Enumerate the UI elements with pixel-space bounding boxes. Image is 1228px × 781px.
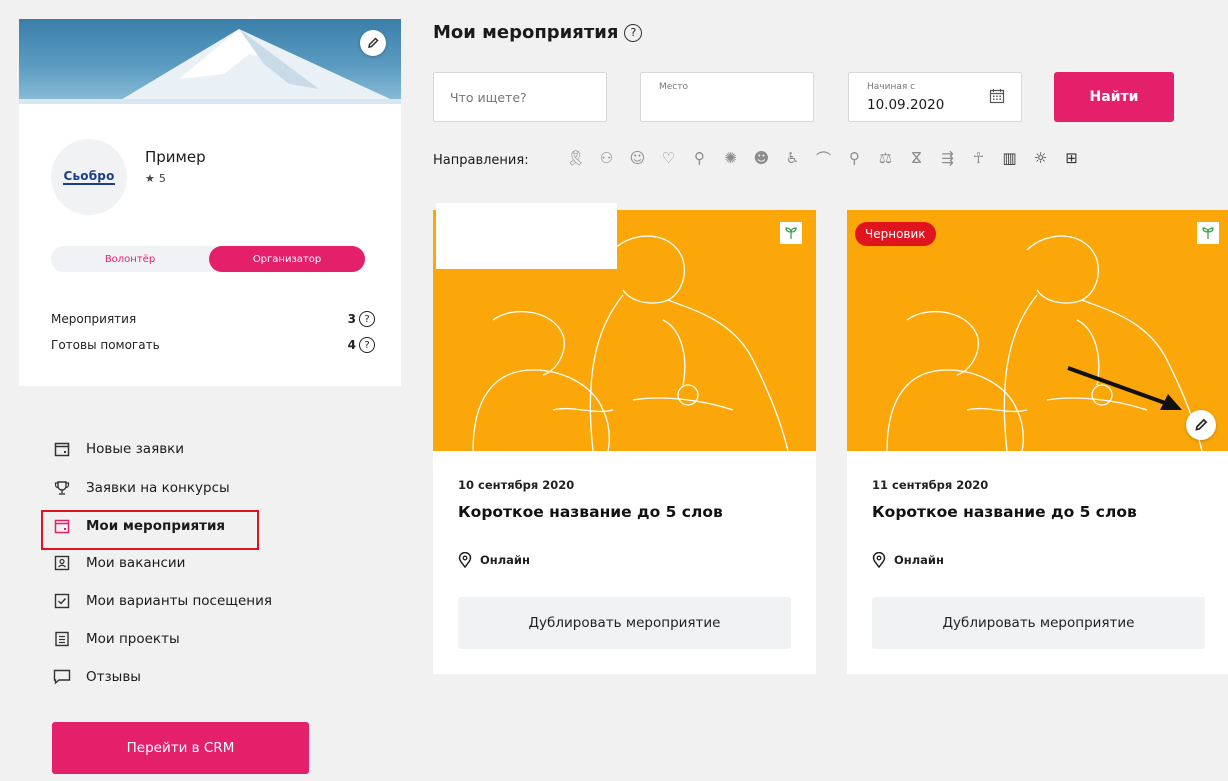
checkbox-icon [52, 591, 72, 611]
trophy-icon [52, 478, 72, 498]
calendar-icon [52, 439, 72, 459]
sprout-icon [1197, 222, 1219, 244]
heartbeat-icon[interactable]: ♡ [653, 146, 684, 170]
event-location: Онлайн [458, 552, 530, 568]
location-pin-icon [458, 552, 472, 568]
event-location-text: Онлайн [480, 553, 530, 567]
rating: ★ 5 [145, 172, 166, 185]
event-title[interactable]: Короткое название до 5 слов [458, 503, 723, 521]
sprout-icon[interactable]: ⴵ [901, 146, 932, 170]
menu-item-reviews[interactable]: Отзывы [52, 665, 141, 689]
sprout-icon [780, 222, 802, 244]
child-icon[interactable]: ☺ [622, 146, 653, 170]
stat-label: Мероприятия [51, 312, 137, 326]
wheelchair-icon[interactable]: ♿ [777, 146, 808, 170]
lightbulb-icon[interactable]: ⚲ [684, 146, 715, 170]
graduation-cap-icon[interactable]: ⌒ [808, 146, 839, 170]
edit-event-button[interactable] [1186, 410, 1216, 440]
directions-filter: 🎗 ⚇ ☺ ♡ ⚲ ✺ ☻ ♿ ⌒ ⚲ ⚖ ⴵ ⇶ ☥ ▥ ☼ ⊞ [560, 146, 1087, 170]
cover-image [19, 19, 401, 104]
pencil-icon [1195, 418, 1208, 431]
search-button[interactable]: Найти [1054, 72, 1174, 122]
draft-badge: Черновик [855, 222, 936, 246]
date-label: Начиная с [867, 82, 916, 92]
menu-item-new-requests[interactable]: Новые заявки [52, 437, 184, 461]
help-icon[interactable]: ? [359, 311, 375, 327]
menu-item-label: Мои проекты [86, 631, 180, 647]
date-value: 10.09.2020 [867, 97, 945, 113]
ribbon-icon[interactable]: 🎗 [560, 146, 591, 170]
organization-logo: Сьобро [63, 168, 115, 185]
avatar[interactable]: Сьобро [51, 139, 127, 215]
rating-value: 5 [158, 172, 166, 185]
place-field[interactable]: Место [640, 72, 814, 122]
calendar-icon[interactable] [989, 88, 1005, 108]
menu-item-label: Мои варианты посещения [86, 593, 273, 609]
place-label: Место [659, 82, 688, 92]
stat-ready-to-help: Готовы помогать 4 ? [51, 336, 375, 354]
menu-item-my-projects[interactable]: Мои проекты [52, 627, 180, 651]
stat-value: 4 [347, 338, 356, 352]
search-icon[interactable]: ⚲ [839, 146, 870, 170]
role-toggle: Волонтёр Организатор [51, 246, 365, 272]
emergency-icon[interactable]: ☼ [1025, 146, 1056, 170]
event-title[interactable]: Короткое название до 5 слов [872, 503, 1137, 521]
search-input[interactable] [450, 90, 600, 105]
menu-item-label: Заявки на конкурсы [86, 480, 230, 496]
search-query-field[interactable] [433, 72, 607, 122]
event-date: 11 сентября 2020 [872, 478, 989, 492]
runner-icon[interactable]: ⇶ [932, 146, 963, 170]
menu-item-attendance-options[interactable]: Мои варианты посещения [52, 589, 272, 613]
menu-item-label: Мои вакансии [86, 555, 186, 571]
edit-cover-button[interactable] [360, 30, 386, 56]
people-icon[interactable]: ⚇ [591, 146, 622, 170]
annotation-arrow-icon [1067, 366, 1182, 410]
page-title-text: Мои мероприятия [433, 22, 619, 43]
event-location: Онлайн [872, 552, 944, 568]
pencil-icon [368, 37, 379, 48]
highlight-box [41, 510, 259, 550]
building-icon[interactable]: ▥ [994, 146, 1025, 170]
star-icon: ★ [145, 172, 155, 185]
event-date: 10 сентября 2020 [458, 478, 575, 492]
organization-name[interactable]: Пример [145, 148, 206, 166]
page-title: Мои мероприятия ? [433, 22, 643, 43]
date-field[interactable]: Начиная с 10.09.2020 [848, 72, 1022, 122]
role-organizer-button[interactable]: Организатор [209, 246, 365, 272]
profile-card: Сьобро Пример ★ 5 Волонтёр Организатор М… [19, 19, 401, 386]
virus-icon[interactable]: ✺ [715, 146, 746, 170]
stat-label: Готовы помогать [51, 338, 160, 352]
comment-icon [52, 667, 72, 687]
grid-icon[interactable]: ⊞ [1056, 146, 1087, 170]
image-overlay-block [436, 203, 617, 269]
menu-item-label: Новые заявки [86, 441, 185, 457]
document-icon [52, 629, 72, 649]
badge-icon [52, 553, 72, 573]
event-card[interactable]: 10 сентября 2020 Короткое название до 5 … [433, 210, 816, 674]
menu-item-my-vacancies[interactable]: Мои вакансии [52, 551, 185, 575]
walking-icon[interactable]: ☥ [963, 146, 994, 170]
help-icon[interactable]: ? [359, 337, 375, 353]
directions-label: Направления: [433, 153, 529, 168]
menu-item-label: Отзывы [86, 669, 141, 685]
stat-value: 3 [347, 312, 356, 326]
stat-events: Мероприятия 3 ? [51, 310, 375, 328]
event-location-text: Онлайн [894, 553, 944, 567]
duplicate-event-button[interactable]: Дублировать мероприятие [872, 597, 1205, 649]
scales-icon[interactable]: ⚖ [870, 146, 901, 170]
location-pin-icon [872, 552, 886, 568]
role-volunteer-button[interactable]: Волонтёр [51, 246, 209, 272]
go-to-crm-button[interactable]: Перейти в CRM [52, 722, 309, 774]
event-card[interactable]: Черновик 11 сентября 2020 Короткое назва… [847, 210, 1228, 674]
masks-icon[interactable]: ☻ [746, 146, 777, 170]
help-icon[interactable]: ? [624, 23, 643, 42]
duplicate-event-button[interactable]: Дублировать мероприятие [458, 597, 791, 649]
menu-item-contest-requests[interactable]: Заявки на конкурсы [52, 476, 230, 500]
